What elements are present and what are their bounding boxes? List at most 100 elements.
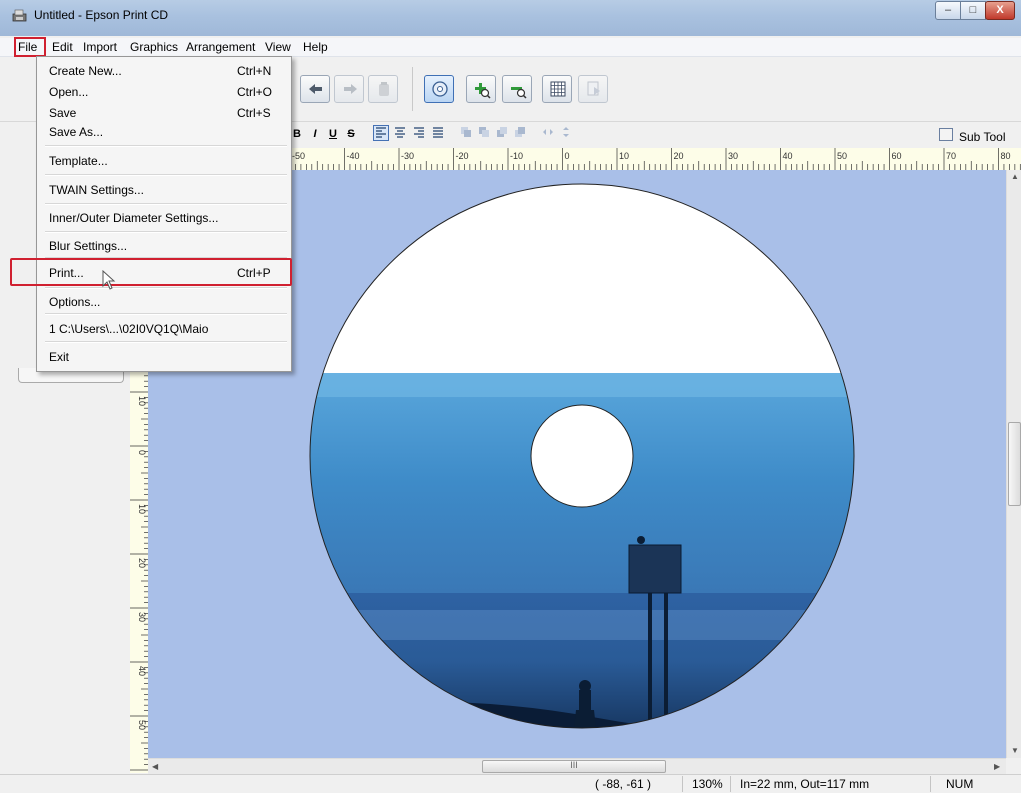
- justify-button[interactable]: [430, 125, 446, 141]
- menu-edit[interactable]: Edit: [52, 40, 73, 54]
- menu-separator: [45, 313, 287, 315]
- menu-item-label: Options...: [49, 295, 101, 309]
- menu-graphics[interactable]: Graphics: [130, 40, 178, 54]
- close-button[interactable]: X: [985, 1, 1015, 20]
- bring-forward-button[interactable]: [476, 125, 492, 141]
- sub-tool-button[interactable]: Sub Tool: [935, 126, 1017, 146]
- menu-item-label: Template...: [49, 154, 108, 168]
- menu-item-recent-file[interactable]: 1 C:\Users\...\02I0VQ1Q\Maio: [47, 319, 287, 339]
- align-right-button[interactable]: [411, 125, 427, 141]
- underline-button[interactable]: U: [325, 125, 341, 141]
- menu-item-label: Open...: [49, 85, 89, 99]
- vertical-scrollbar[interactable]: ▲ ▼: [1006, 170, 1021, 758]
- send-back-button[interactable]: [512, 125, 528, 141]
- menu-item-label: Save: [49, 106, 77, 120]
- status-coordinates: ( -88, -61 ): [595, 777, 652, 791]
- menu-item-template[interactable]: Template...: [47, 151, 287, 171]
- ruler-label: 0: [137, 450, 147, 455]
- align-center-button[interactable]: [392, 125, 408, 141]
- ruler-label: -20: [456, 151, 469, 161]
- ruler-label: 60: [892, 151, 902, 161]
- status-divider: [930, 776, 931, 792]
- layer-backward-icon: [497, 127, 507, 137]
- status-num-lock: NUM: [946, 777, 974, 791]
- bring-front-button[interactable]: [458, 125, 474, 141]
- file-dropdown-menu: Create New... Ctrl+N Open... Ctrl+O Save…: [36, 56, 292, 372]
- menu-item-shortcut: Ctrl+N: [237, 64, 272, 78]
- ruler-label: -50: [292, 151, 305, 161]
- menu-import[interactable]: Import: [83, 40, 117, 54]
- menu-item-shortcut: Ctrl+S: [237, 106, 271, 120]
- scroll-right-arrow[interactable]: ▶: [994, 762, 1000, 771]
- zoom-in-button[interactable]: [466, 75, 496, 103]
- justify-icon: [433, 127, 443, 138]
- ruler-label: 0: [565, 151, 570, 161]
- status-zoom: 130%: [692, 777, 723, 791]
- horizontal-scroll-thumb[interactable]: III: [482, 760, 666, 773]
- menu-separator: [45, 287, 287, 289]
- menu-separator: [45, 174, 287, 176]
- ruler-label: 30: [728, 151, 738, 161]
- scroll-up-arrow[interactable]: ▲: [1011, 172, 1019, 181]
- zoom-out-icon: [511, 87, 527, 99]
- menu-item-save[interactable]: Save Ctrl+S: [47, 103, 287, 123]
- menu-item-label: Exit: [49, 350, 70, 364]
- flip-horizontal-button[interactable]: [540, 125, 556, 141]
- strikethrough-button[interactable]: S: [343, 125, 359, 141]
- file-menu-highlight: [14, 37, 46, 57]
- undo-icon: [309, 84, 322, 94]
- scroll-left-arrow[interactable]: ◀: [152, 762, 158, 771]
- zoom-in-icon: [475, 83, 491, 99]
- redo-icon: [344, 84, 357, 94]
- menu-item-label: TWAIN Settings...: [49, 183, 144, 197]
- ruler-label: 30: [137, 612, 147, 622]
- sub-tool-label: Sub Tool: [959, 130, 1006, 144]
- ruler-label: -10: [510, 151, 523, 161]
- status-divider: [682, 776, 683, 792]
- horizontal-scrollbar[interactable]: ◀ III ▶: [148, 758, 1006, 774]
- scroll-down-arrow[interactable]: ▼: [1011, 746, 1019, 755]
- menu-item-twain-settings[interactable]: TWAIN Settings...: [47, 180, 287, 200]
- layout-button[interactable]: [578, 75, 608, 103]
- italic-button[interactable]: I: [307, 125, 323, 141]
- menu-separator: [45, 203, 287, 205]
- disc-center-hole: [530, 404, 634, 508]
- menu-item-save-as[interactable]: Save As...: [47, 122, 287, 142]
- menu-item-exit[interactable]: Exit: [47, 347, 287, 367]
- menu-item-open[interactable]: Open... Ctrl+O: [47, 82, 287, 102]
- menu-bar: File Edit Import Graphics Arrangement Vi…: [0, 38, 1021, 57]
- disc-icon: [432, 81, 448, 97]
- zoom-out-button[interactable]: [502, 75, 532, 103]
- menu-item-create-new[interactable]: Create New... Ctrl+N: [47, 61, 287, 81]
- delete-button[interactable]: [368, 75, 398, 103]
- menu-arrangement[interactable]: Arrangement: [186, 40, 255, 54]
- menu-help[interactable]: Help: [303, 40, 328, 54]
- status-bar: ( -88, -61 ) 130% In=22 mm, Out=117 mm N…: [0, 774, 1021, 793]
- redo-button[interactable]: [334, 75, 364, 103]
- print-item-highlight: [10, 258, 292, 286]
- maximize-button[interactable]: □: [960, 1, 986, 20]
- flip-vertical-button[interactable]: [558, 125, 574, 141]
- align-left-button[interactable]: [373, 125, 389, 141]
- minimize-button[interactable]: –: [935, 1, 961, 20]
- trash-icon: [379, 82, 389, 96]
- grid-button[interactable]: [542, 75, 572, 103]
- disc-view-button[interactable]: [424, 75, 454, 103]
- send-backward-button[interactable]: [494, 125, 510, 141]
- menu-item-blur-settings[interactable]: Blur Settings...: [47, 236, 287, 256]
- undo-button[interactable]: [300, 75, 330, 103]
- align-right-icon: [414, 127, 424, 138]
- menu-view[interactable]: View: [265, 40, 291, 54]
- ruler-label: 50: [137, 720, 147, 730]
- menu-item-diameter-settings[interactable]: Inner/Outer Diameter Settings...: [47, 208, 287, 228]
- flip-horizontal-icon: [543, 129, 553, 135]
- vertical-scroll-thumb[interactable]: [1008, 422, 1021, 506]
- layer-front-icon: [461, 127, 471, 137]
- menu-item-label: 1 C:\Users\...\02I0VQ1Q\Maio: [49, 322, 209, 336]
- ruler-label: 10: [137, 504, 147, 514]
- menu-item-options[interactable]: Options...: [47, 292, 287, 312]
- ruler-label: 10: [619, 151, 629, 161]
- ruler-label: 80: [1001, 151, 1011, 161]
- status-divider: [730, 776, 731, 792]
- ruler-label: -30: [401, 151, 414, 161]
